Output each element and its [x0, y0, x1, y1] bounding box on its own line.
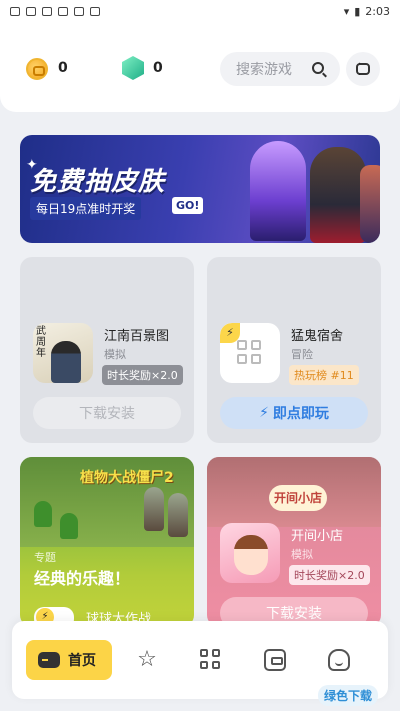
instant-play-button[interactable]: ⚡ 即点即玩: [220, 397, 368, 429]
game-name: 江南百景图: [104, 329, 170, 344]
coin-icon: [26, 58, 48, 80]
topic-cover: 植物大战僵尸2: [20, 457, 194, 547]
mini-game-icon: [237, 340, 263, 366]
reward-badge: 时长奖励×2.0: [289, 565, 370, 585]
search-input[interactable]: 搜索游戏: [220, 52, 340, 86]
game-tag: 冒险: [291, 348, 313, 361]
nav-profile[interactable]: [328, 649, 350, 671]
game-name: 猛鬼宿舍: [291, 329, 344, 344]
gamepad-icon: [38, 652, 60, 668]
check-icon: [26, 6, 36, 16]
game-icon: ⚡: [220, 323, 280, 383]
nav-home[interactable]: 首页: [26, 640, 112, 680]
message-icon: [356, 59, 370, 81]
reward-badge: 时长奖励×2.0: [102, 365, 183, 385]
app-icon: [58, 6, 68, 16]
bolt-icon: ⚡: [259, 405, 269, 421]
nav-mini-games[interactable]: [200, 649, 222, 671]
banner-character: [250, 141, 306, 241]
game-tag: 模拟: [291, 548, 313, 561]
wifi-icon: ▾: [343, 4, 350, 18]
nav-home-label: 首页: [68, 653, 96, 669]
message-button[interactable]: [346, 52, 380, 86]
banner-subtitle: 每日19点准时开奖: [30, 197, 142, 220]
nav-featured[interactable]: ☆: [136, 649, 158, 671]
topic-card[interactable]: 植物大战僵尸2 专题 经典的乐趣！ ⚡ 球球大作战: [20, 457, 194, 627]
gem-count: 0: [153, 60, 163, 76]
game-icon: 武周年: [33, 323, 93, 383]
topic-title: 经典的乐趣！: [34, 569, 131, 588]
star-icon: ☆: [137, 647, 157, 672]
coin-count: 0: [58, 60, 68, 76]
topic-label: 专题: [34, 551, 56, 564]
news-icon: [42, 6, 52, 16]
font-icon: [90, 6, 100, 16]
banner-character: [360, 165, 380, 243]
game-cover: 开间小店: [207, 457, 381, 527]
status-bar: ▾ ▮ 2:03: [0, 0, 400, 22]
banner-go: GO!: [172, 197, 204, 214]
game-logo: 开间小店: [269, 485, 327, 511]
app-icon: [74, 6, 84, 16]
instant-play-label: 即点即玩: [272, 406, 329, 422]
notification-icons: [10, 6, 100, 16]
watermark: 绿色下载: [318, 685, 379, 706]
game-name: 开间小店: [291, 529, 344, 544]
image-icon: [10, 6, 20, 16]
topic-logo: 植物大战僵尸2: [80, 470, 174, 486]
game-card[interactable]: 武周年 江南百景图 模拟 时长奖励×2.0 下载安装: [20, 257, 194, 443]
game-icon: [220, 523, 280, 583]
banner-character: [310, 147, 366, 243]
game-card[interactable]: ⚡ 猛鬼宿舍 冒险 热玩榜 #11 ⚡ 即点即玩: [207, 257, 381, 443]
icon-text: 武周年: [36, 326, 46, 359]
banner-title: 免费抽皮肤: [30, 167, 166, 197]
game-card[interactable]: 开间小店 开间小店 模拟 时长奖励×2.0 下载安装: [207, 457, 381, 627]
nav-video[interactable]: [264, 649, 286, 671]
battery-icon: ▮: [354, 4, 361, 18]
search-placeholder: 搜索游戏: [236, 62, 292, 78]
search-icon: [312, 62, 324, 74]
download-button[interactable]: 下载安装: [33, 397, 181, 429]
gem-icon: [122, 56, 144, 80]
promo-banner[interactable]: ✦ 免费抽皮肤 每日19点准时开奖 GO!: [20, 135, 380, 243]
status-time: 2:03: [365, 4, 390, 18]
header-bar: 0 0 搜索游戏: [0, 22, 400, 112]
game-tag: 模拟: [104, 348, 126, 361]
hot-rank-badge: 热玩榜 #11: [289, 365, 359, 385]
